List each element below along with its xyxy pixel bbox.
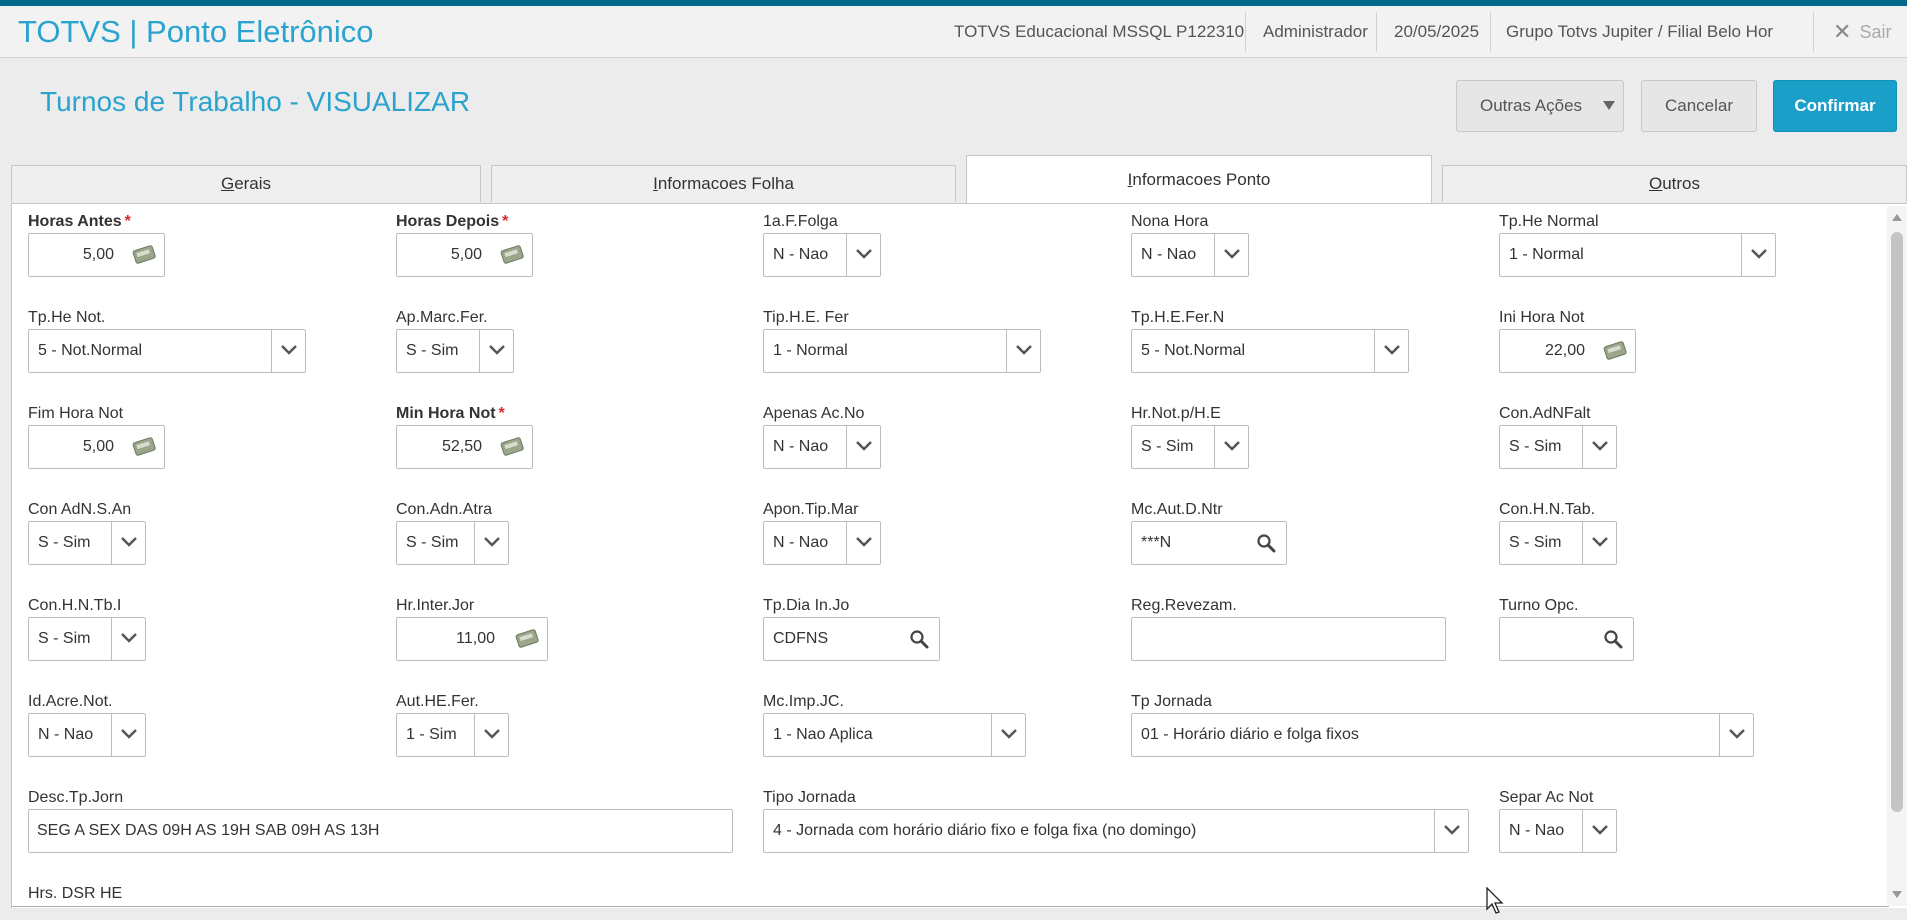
scroll-up-icon[interactable] [1892, 214, 1902, 221]
calculator-icon[interactable] [500, 436, 526, 463]
desc-tp-jorn-input[interactable]: SEG A SEX DAS 09H AS 19H SAB 09H AS 13H [28, 809, 733, 853]
calculator-icon[interactable] [132, 244, 158, 271]
user-info[interactable]: Administrador [1263, 6, 1368, 58]
calculator-icon[interactable] [500, 244, 526, 271]
nona-hora-select[interactable]: N - Nao [1131, 233, 1249, 277]
chevron-down-icon[interactable] [1582, 522, 1616, 564]
chevron-down-icon[interactable] [1006, 330, 1040, 372]
more-actions-label: Outras Ações [1479, 96, 1583, 115]
search-icon[interactable] [1603, 629, 1623, 654]
chevron-down-icon[interactable] [1214, 234, 1248, 276]
tab-gerais[interactable]: Gerais [11, 165, 481, 202]
chevron-down-icon[interactable] [846, 522, 880, 564]
tp-he-not-select[interactable]: 5 - Not.Normal [28, 329, 306, 373]
branch-info[interactable]: Grupo Totvs Jupiter / Filial Belo Hor [1506, 6, 1773, 58]
calculator-icon[interactable] [132, 436, 158, 463]
app-title: TOTVS | Ponto Eletrônico [18, 14, 374, 49]
con-adn-s-an-select[interactable]: S - Sim [28, 521, 146, 565]
tipo-jornada-select[interactable]: 4 - Jornada com horário diário fixo e fo… [763, 809, 1469, 853]
chevron-down-icon[interactable] [111, 522, 145, 564]
divider [1376, 12, 1377, 52]
chevron-down-icon[interactable] [1719, 714, 1753, 756]
tip-he-fer-select[interactable]: 1 - Normal [763, 329, 1041, 373]
more-actions-button[interactable]: Outras Ações [1456, 80, 1624, 132]
chevron-down-icon[interactable] [111, 618, 145, 660]
tab-informacoes-folha[interactable]: Informacoes Folha [491, 165, 956, 202]
chevron-down-icon[interactable] [479, 330, 513, 372]
reg-revezam-input[interactable] [1131, 617, 1446, 661]
1a-f-folga-select[interactable]: N - Nao [763, 233, 881, 277]
page-header: Turnos de Trabalho - VISUALIZAR Outras A… [0, 58, 1907, 150]
mc-imp-jc-select[interactable]: 1 - Nao Aplica [763, 713, 1026, 757]
tab-outros[interactable]: Outros [1442, 165, 1907, 202]
chevron-down-icon[interactable] [1434, 810, 1468, 852]
hr-inter-jor-input[interactable]: 11,00 [396, 617, 548, 661]
confirm-button[interactable]: Confirmar [1773, 80, 1897, 132]
hr-not-p-he-select[interactable]: S - Sim [1131, 425, 1249, 469]
close-icon: ✕ [1833, 19, 1852, 44]
chevron-down-icon[interactable] [1582, 810, 1616, 852]
calculator-icon[interactable] [515, 628, 541, 655]
divider [1245, 12, 1246, 52]
ini-hora-not-input[interactable]: 22,00 [1499, 329, 1636, 373]
apon-tip-mar-select[interactable]: N - Nao [763, 521, 881, 565]
con-h-n-tb-i-select[interactable]: S - Sim [28, 617, 146, 661]
divider [1490, 12, 1491, 52]
mouse-cursor-icon [1485, 886, 1505, 920]
chevron-down-icon[interactable] [271, 330, 305, 372]
environment-info[interactable]: TOTVS Educacional MSSQL P122310 [954, 6, 1244, 58]
mc-aut-d-ntr-input[interactable]: ***N [1131, 521, 1287, 565]
top-bar: TOTVS | Ponto Eletrônico TOTVS Educacion… [0, 6, 1907, 58]
con-h-n-tab-select[interactable]: S - Sim [1499, 521, 1617, 565]
date-info[interactable]: 20/05/2025 [1394, 6, 1479, 58]
logout-button[interactable]: ✕ Sair [1833, 6, 1891, 58]
tab-bar: Gerais Informacoes Folha Informacoes Pon… [0, 150, 1907, 204]
chevron-down-icon[interactable] [991, 714, 1025, 756]
divider [1813, 12, 1814, 52]
id-acre-not-select[interactable]: N - Nao [28, 713, 146, 757]
separ-ac-not-select[interactable]: N - Nao [1499, 809, 1617, 853]
con-adnfalt-select[interactable]: S - Sim [1499, 425, 1617, 469]
chevron-down-icon[interactable] [1214, 426, 1248, 468]
con-adn-atra-select[interactable]: S - Sim [396, 521, 509, 565]
caret-down-icon [1603, 101, 1615, 110]
page-title: Turnos de Trabalho - VISUALIZAR [40, 86, 471, 117]
scroll-down-icon[interactable] [1892, 891, 1902, 898]
chevron-down-icon[interactable] [846, 234, 880, 276]
logout-label: Sair [1859, 21, 1892, 42]
vertical-scrollbar[interactable] [1887, 206, 1907, 906]
tp-dia-in-jo-input[interactable]: CDFNS [763, 617, 940, 661]
tab-informacoes-ponto[interactable]: Informacoes Ponto [966, 155, 1432, 204]
tp-jornada-select[interactable]: 01 - Horário diário e folga fixos [1131, 713, 1754, 757]
chevron-down-icon[interactable] [1374, 330, 1408, 372]
ap-marc-fer-select[interactable]: S - Sim [396, 329, 514, 373]
tp-he-normal-select[interactable]: 1 - Normal [1499, 233, 1776, 277]
chevron-down-icon[interactable] [474, 714, 508, 756]
horas-antes-input[interactable]: 5,00 [28, 233, 165, 277]
tp-he-fer-n-select[interactable]: 5 - Not.Normal [1131, 329, 1409, 373]
chevron-down-icon[interactable] [846, 426, 880, 468]
panel-bottom-border [11, 906, 1889, 907]
min-hora-not-input[interactable]: 52,50 [396, 425, 533, 469]
form-panel [11, 203, 1907, 908]
apenas-ac-no-select[interactable]: N - Nao [763, 425, 881, 469]
scrollbar-thumb[interactable] [1891, 232, 1903, 812]
chevron-down-icon[interactable] [1582, 426, 1616, 468]
search-icon[interactable] [909, 629, 929, 654]
chevron-down-icon[interactable] [1741, 234, 1775, 276]
aut-he-fer-select[interactable]: 1 - Sim [396, 713, 509, 757]
turno-opc-input[interactable] [1499, 617, 1634, 661]
search-icon[interactable] [1256, 533, 1276, 558]
horas-depois-input[interactable]: 5,00 [396, 233, 533, 277]
cancel-button[interactable]: Cancelar [1641, 80, 1757, 132]
calculator-icon[interactable] [1603, 340, 1629, 367]
chevron-down-icon[interactable] [474, 522, 508, 564]
chevron-down-icon[interactable] [111, 714, 145, 756]
fim-hora-not-input[interactable]: 5,00 [28, 425, 165, 469]
